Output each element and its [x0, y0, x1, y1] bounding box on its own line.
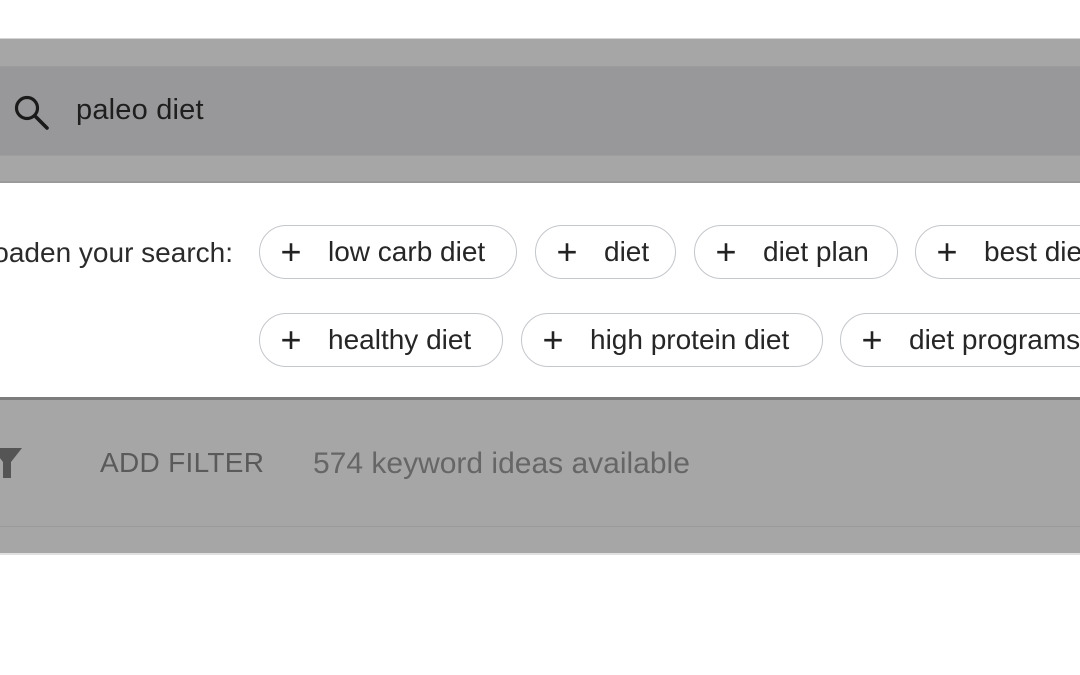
suggestion-chip-healthy-diet[interactable]: + healthy diet — [259, 313, 503, 367]
chip-label: diet — [604, 236, 650, 267]
add-filter-button[interactable]: ADD FILTER — [100, 447, 264, 479]
divider — [0, 526, 1080, 527]
suggestion-chip-best-diet[interactable]: + best diet — [915, 225, 1080, 279]
plus-icon: + — [715, 231, 737, 272]
suggestion-chip-diet-programs[interactable]: + diet programs — [840, 313, 1080, 367]
filter-icon[interactable] — [0, 448, 22, 480]
keyword-ideas-count: 574 keyword ideas available — [313, 447, 690, 480]
chip-label: diet plan — [763, 236, 869, 267]
search-region — [0, 38, 1080, 182]
plus-icon: + — [861, 319, 883, 360]
suggestion-chip-high-protein-diet[interactable]: + high protein diet — [521, 313, 823, 367]
search-icon[interactable] — [10, 91, 52, 133]
plus-icon: + — [936, 231, 958, 272]
suggestion-chip-diet[interactable]: + diet — [535, 225, 676, 279]
broaden-search-label: Broaden your search: — [0, 237, 233, 268]
search-input[interactable] — [76, 94, 876, 127]
plus-icon: + — [556, 231, 578, 272]
chip-label: high protein diet — [590, 324, 790, 355]
chip-label: healthy diet — [328, 324, 472, 355]
chip-label: low carb diet — [328, 236, 486, 267]
plus-icon: + — [280, 319, 302, 360]
suggestion-chip-diet-plan[interactable]: + diet plan — [694, 225, 898, 279]
plus-icon: + — [542, 319, 564, 360]
search-bar[interactable] — [0, 66, 1080, 156]
filter-toolbar: ADD FILTER 574 keyword ideas available — [0, 397, 1080, 555]
chip-label: best diet — [984, 236, 1080, 267]
chip-label: diet programs — [909, 324, 1080, 355]
plus-icon: + — [280, 231, 302, 272]
broaden-search-panel: Broaden your search: + low carb diet + d… — [0, 181, 1080, 399]
suggestion-chip-low-carb-diet[interactable]: + low carb diet — [259, 225, 517, 279]
